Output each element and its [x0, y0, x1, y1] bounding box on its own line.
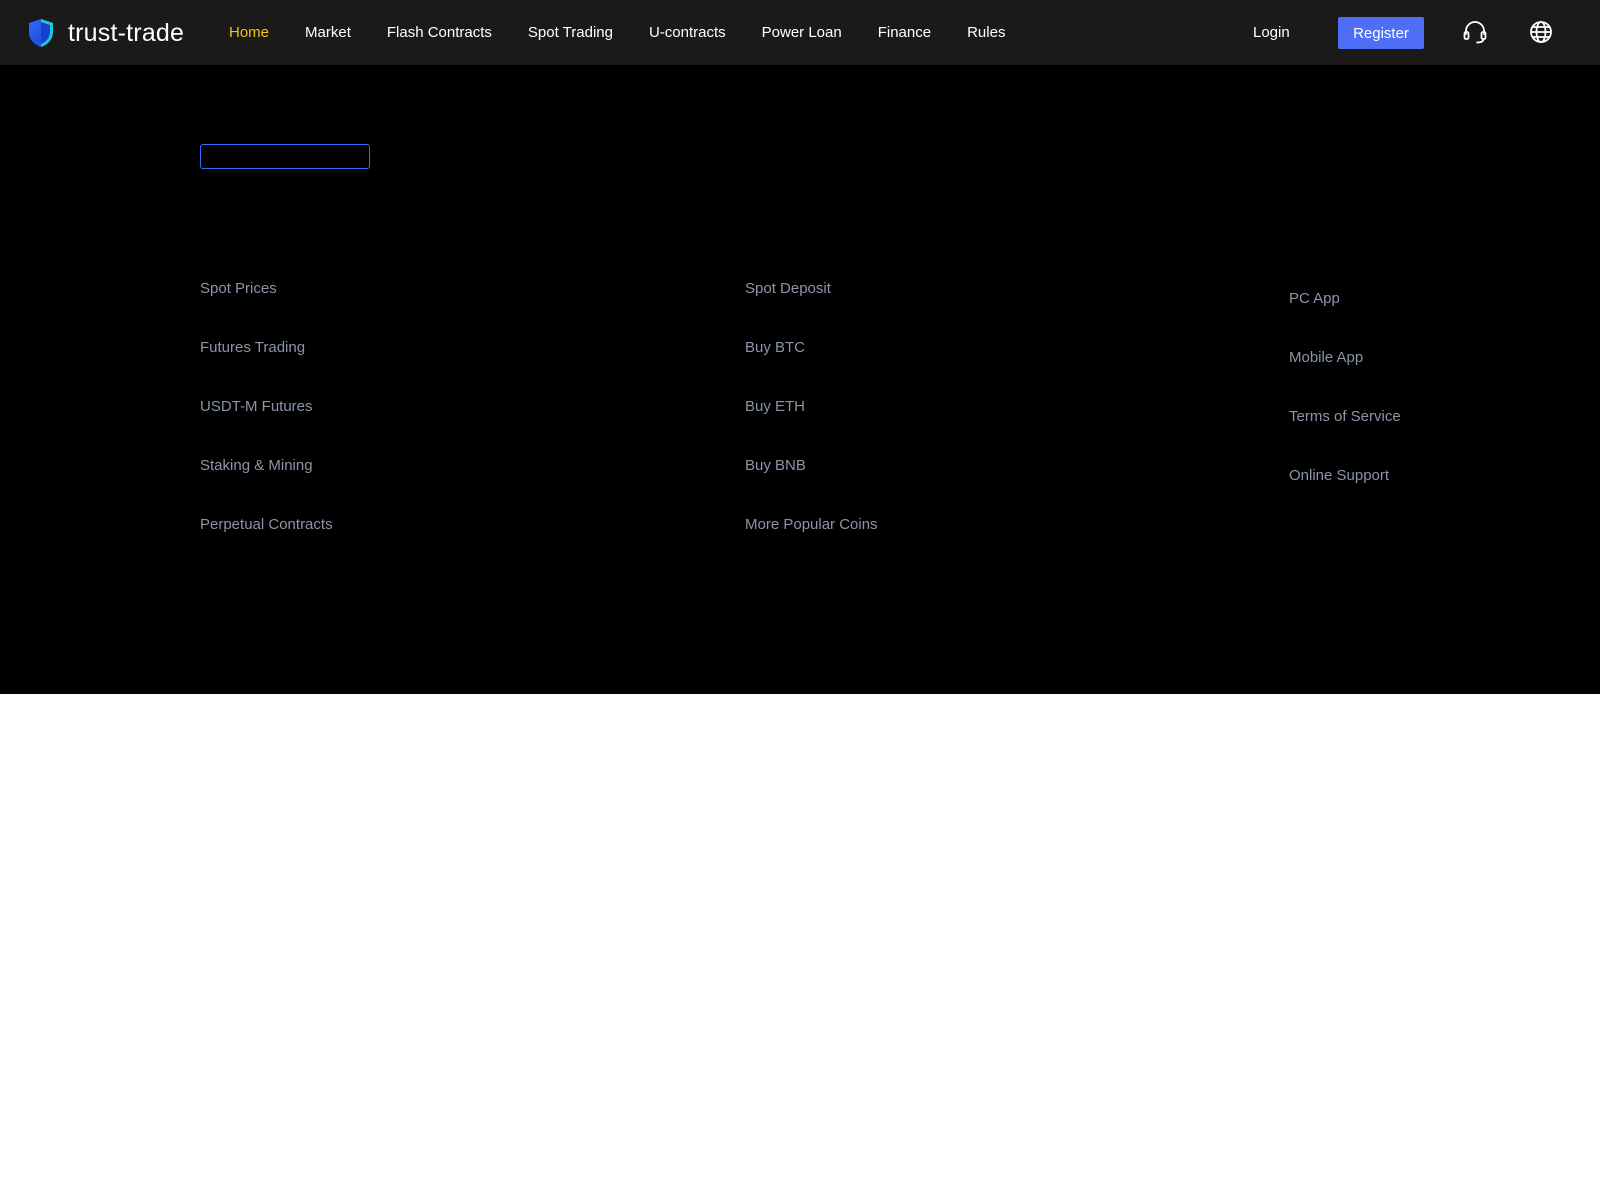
footer-link-usdt-m-futures[interactable]: USDT-M Futures: [200, 397, 333, 456]
nav-item-rules[interactable]: Rules: [967, 24, 1005, 41]
brand-logo[interactable]: trust-trade: [28, 16, 184, 50]
nav-item-flash-contracts[interactable]: Flash Contracts: [387, 24, 492, 41]
footer-link-terms-of-service[interactable]: Terms of Service: [1289, 407, 1401, 466]
shield-logo-icon: [29, 19, 53, 47]
outlined-input-box[interactable]: [200, 144, 370, 169]
footer-link-buy-eth[interactable]: Buy ETH: [745, 397, 878, 456]
footer-link-online-support[interactable]: Online Support: [1289, 466, 1401, 525]
footer-link-pc-app[interactable]: PC App: [1289, 289, 1401, 348]
footer-link-spot-deposit[interactable]: Spot Deposit: [745, 279, 878, 338]
nav-item-power-loan[interactable]: Power Loan: [762, 24, 842, 41]
brand-name: trust-trade: [68, 18, 185, 47]
headset-icon[interactable]: [1462, 19, 1488, 45]
footer-link-perpetual-contracts[interactable]: Perpetual Contracts: [200, 515, 333, 574]
globe-icon[interactable]: [1528, 19, 1554, 45]
footer-column-trading: Spot Prices Futures Trading USDT-M Futur…: [200, 279, 333, 574]
footer-link-spot-prices[interactable]: Spot Prices: [200, 279, 333, 338]
footer-link-buy-btc[interactable]: Buy BTC: [745, 338, 878, 397]
nav-item-finance[interactable]: Finance: [878, 24, 931, 41]
footer-link-mobile-app[interactable]: Mobile App: [1289, 348, 1401, 407]
top-navigation-bar: trust-trade Home Market Flash Contracts …: [0, 0, 1600, 65]
register-button[interactable]: Register: [1338, 17, 1424, 49]
nav-item-market[interactable]: Market: [305, 24, 351, 41]
footer-link-more-popular-coins[interactable]: More Popular Coins: [745, 515, 878, 574]
nav-item-home[interactable]: Home: [229, 24, 269, 41]
login-link[interactable]: Login: [1253, 0, 1290, 65]
footer-column-apps: PC App Mobile App Terms of Service Onlin…: [1289, 289, 1401, 525]
nav-item-u-contracts[interactable]: U-contracts: [649, 24, 726, 41]
footer-section: Spot Prices Futures Trading USDT-M Futur…: [0, 65, 1600, 694]
footer-link-staking-mining[interactable]: Staking & Mining: [200, 456, 333, 515]
nav-item-spot-trading[interactable]: Spot Trading: [528, 24, 613, 41]
footer-link-buy-bnb[interactable]: Buy BNB: [745, 456, 878, 515]
main-nav: Home Market Flash Contracts Spot Trading…: [229, 0, 1041, 65]
footer-column-buy: Spot Deposit Buy BTC Buy ETH Buy BNB Mor…: [745, 279, 878, 574]
footer-link-futures-trading[interactable]: Futures Trading: [200, 338, 333, 397]
